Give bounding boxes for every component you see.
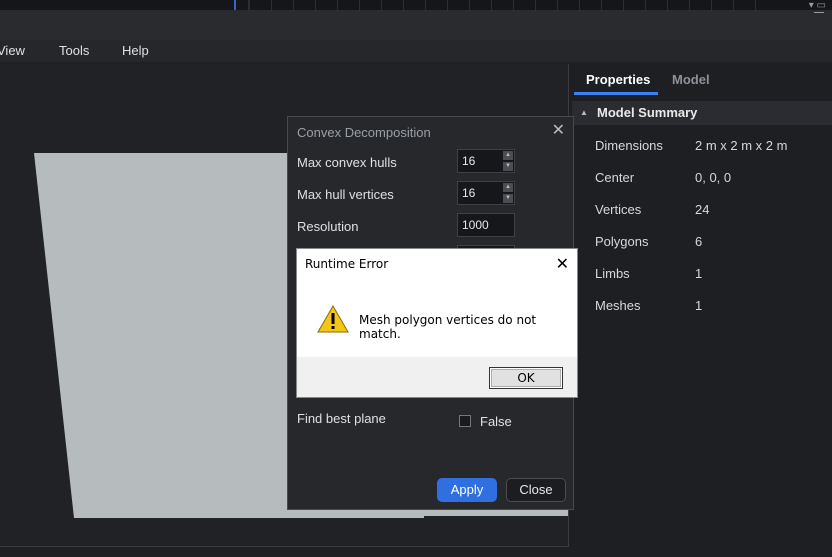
spin-down-icon[interactable]: ▼ <box>503 194 513 203</box>
prop-value: 6 <box>695 234 703 249</box>
title-bar <box>0 10 832 40</box>
max-hulls-input[interactable]: 16 ▲ ▼ <box>457 149 515 173</box>
max-vertices-value: 16 <box>462 186 476 200</box>
prop-row-center: Center 0, 0, 0 <box>572 170 832 202</box>
prop-value: 2 m x 2 m x 2 m <box>695 138 788 153</box>
runtime-error-dialog: Runtime Error ✕ Mesh polygon vertices do… <box>296 248 578 398</box>
find-plane-label: Find best plane <box>297 411 386 426</box>
find-plane-value: False <box>480 414 512 429</box>
prop-value: 24 <box>695 202 710 217</box>
prop-key: Limbs <box>595 266 630 281</box>
spinner[interactable]: ▲ ▼ <box>503 151 513 171</box>
active-tab-indicator <box>574 92 658 95</box>
apply-button[interactable]: Apply <box>437 478 497 502</box>
warning-icon <box>317 305 349 333</box>
dialog-title: Convex Decomposition <box>297 125 431 140</box>
error-title: Runtime Error <box>305 257 389 271</box>
collapse-triangle-icon[interactable]: ▲ <box>580 108 588 117</box>
resolution-value: 1000 <box>462 218 489 232</box>
model-summary-title: Model Summary <box>597 105 698 120</box>
ok-button[interactable]: OK <box>489 367 563 389</box>
model-summary-header[interactable]: ▲ Model Summary <box>572 101 832 125</box>
dialog-footer: OK <box>297 357 577 397</box>
active-indicator <box>234 0 236 10</box>
prop-row-limbs: Limbs 1 <box>572 266 832 298</box>
prop-key: Vertices <box>595 202 642 217</box>
max-hulls-label: Max convex hulls <box>297 155 397 170</box>
close-icon[interactable]: ✕ <box>552 123 565 139</box>
spin-up-icon[interactable]: ▲ <box>503 151 513 160</box>
spinner[interactable]: ▲ ▼ <box>503 183 513 203</box>
prop-row-polygons: Polygons 6 <box>572 234 832 266</box>
max-vertices-input[interactable]: 16 ▲ ▼ <box>457 181 515 205</box>
error-message: Mesh polygon vertices do not match. <box>359 313 537 341</box>
max-hulls-value: 16 <box>462 154 476 168</box>
top-toolbar-strip <box>0 0 832 10</box>
prop-key: Meshes <box>595 298 641 313</box>
menu-tools[interactable]: Tools <box>59 43 89 58</box>
properties-panel: Properties Model ▲ Model Summary Dimensi… <box>572 64 832 557</box>
find-plane-checkbox[interactable] <box>459 415 471 427</box>
minimize-icon[interactable] <box>814 12 824 13</box>
menu-bar: View Tools Help <box>0 40 832 62</box>
tab-model[interactable]: Model <box>672 72 710 87</box>
menu-view[interactable]: View <box>0 43 25 58</box>
tab-properties[interactable]: Properties <box>586 72 650 87</box>
menu-help[interactable]: Help <box>122 43 149 58</box>
prop-row-vertices: Vertices 24 <box>572 202 832 234</box>
prop-row-meshes: Meshes 1 <box>572 298 832 330</box>
max-vertices-label: Max hull vertices <box>297 187 394 202</box>
prop-row-dimensions: Dimensions 2 m x 2 m x 2 m <box>572 138 832 170</box>
spin-down-icon[interactable]: ▼ <box>503 162 513 171</box>
prop-value: 1 <box>695 266 703 281</box>
spin-up-icon[interactable]: ▲ <box>503 183 513 192</box>
resolution-input[interactable]: 1000 <box>457 213 515 237</box>
timeline-ruler <box>248 0 769 10</box>
prop-key: Center <box>595 170 635 185</box>
prop-value: 0, 0, 0 <box>695 170 732 185</box>
prop-value: 1 <box>695 298 703 313</box>
prop-key: Dimensions <box>595 138 663 153</box>
close-icon[interactable]: ✕ <box>556 254 569 273</box>
resolution-label: Resolution <box>297 219 359 234</box>
prop-key: Polygons <box>595 234 649 249</box>
close-button[interactable]: Close <box>506 478 566 502</box>
